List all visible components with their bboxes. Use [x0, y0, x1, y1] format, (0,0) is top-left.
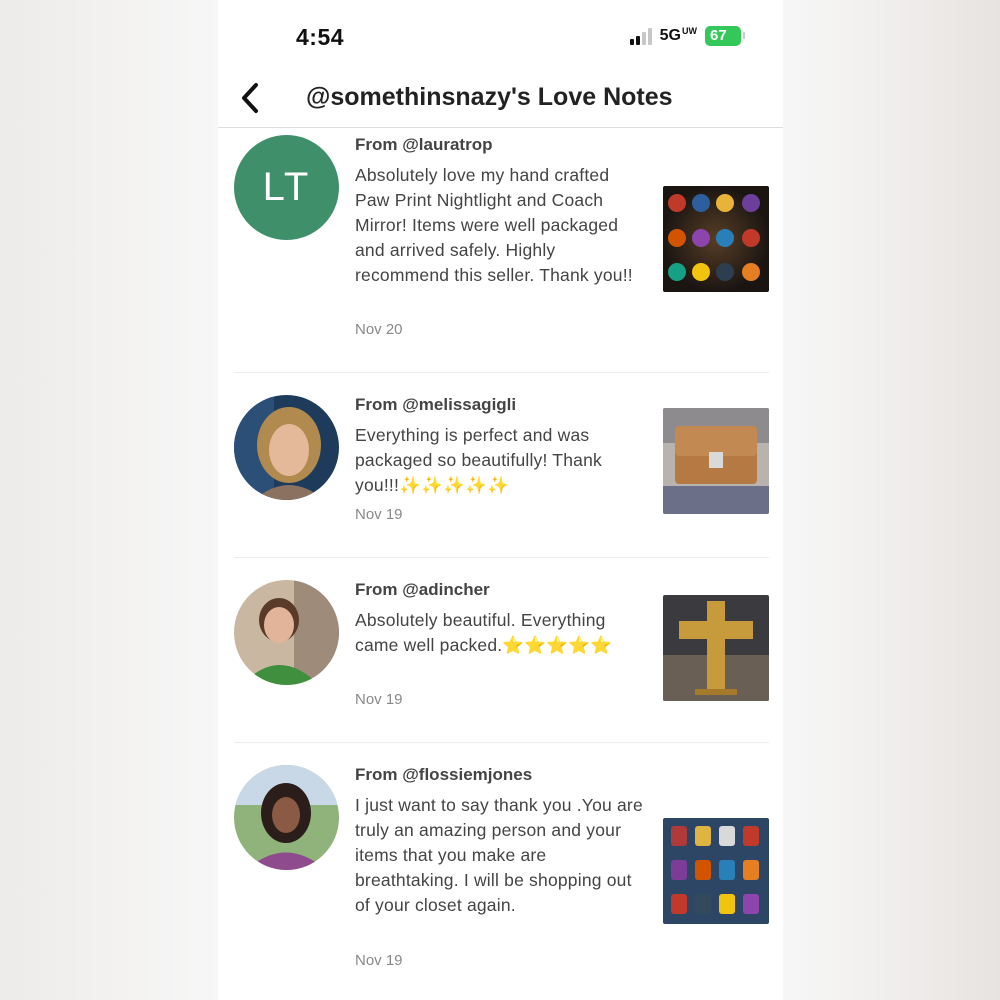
battery-icon: 67: [705, 26, 745, 46]
review-text: Everything is perfect and was packaged s…: [355, 425, 602, 495]
review-text: Absolutely beautiful. Everything came we…: [355, 610, 613, 655]
review-text: Absolutely love my hand crafted Paw Prin…: [355, 165, 633, 285]
product-thumbnail[interactable]: [663, 818, 769, 924]
signal-icon: [629, 27, 652, 45]
header: @somethinsnazy's Love Notes: [218, 68, 783, 128]
product-thumbnail[interactable]: [663, 595, 769, 701]
review-date: Nov 20: [355, 321, 403, 338]
chevron-left-icon: [242, 83, 258, 113]
product-thumbnail[interactable]: [663, 186, 769, 292]
product-thumbnail[interactable]: [663, 408, 769, 514]
review-item: From @adincher Absolutely beautiful. Eve…: [234, 580, 769, 743]
review-author[interactable]: From @melissagigli: [355, 395, 516, 415]
avatar[interactable]: [234, 580, 339, 685]
battery-level: 67: [710, 27, 727, 44]
review-item: LT From @lauratrop Absolutely love my ha…: [234, 135, 769, 373]
review-item: From @melissagigli Everything is perfect…: [234, 395, 769, 558]
avatar[interactable]: [234, 765, 339, 870]
avatar-photo: [234, 765, 339, 870]
review-author[interactable]: From @lauratrop: [355, 135, 492, 155]
review-date: Nov 19: [355, 691, 403, 708]
nightlights-image: [663, 818, 769, 924]
nightlights-image: [663, 186, 769, 292]
cross-decor-image: [663, 595, 769, 701]
divider: [234, 372, 769, 373]
avatar[interactable]: LT: [234, 135, 339, 240]
divider: [234, 742, 769, 743]
avatar-initials: LT: [262, 165, 311, 209]
network-label: 5G: [659, 27, 681, 44]
back-button[interactable]: [232, 78, 268, 118]
network-indicator: 5G UW: [660, 27, 697, 45]
page-title: @somethinsnazy's Love Notes: [306, 83, 673, 111]
network-suffix: UW: [682, 26, 697, 36]
status-time: 4:54: [296, 24, 345, 50]
phone-screen: 4:54 5G UW 67 @somethinsnazy's Love Note…: [218, 0, 783, 1000]
handbag-image: [663, 408, 769, 514]
review-text: I just want to say thank you .You are tr…: [355, 795, 643, 915]
avatar[interactable]: [234, 395, 339, 500]
review-date: Nov 19: [355, 506, 403, 523]
status-indicators: 5G UW 67: [629, 26, 745, 46]
avatar-photo: [234, 395, 339, 500]
avatar-photo: [234, 580, 339, 685]
divider: [234, 557, 769, 558]
review-date: Nov 19: [355, 952, 403, 969]
review-author[interactable]: From @adincher: [355, 580, 490, 600]
review-author[interactable]: From @flossiemjones: [355, 765, 532, 785]
review-item: From @flossiemjones I just want to say t…: [234, 765, 769, 1000]
